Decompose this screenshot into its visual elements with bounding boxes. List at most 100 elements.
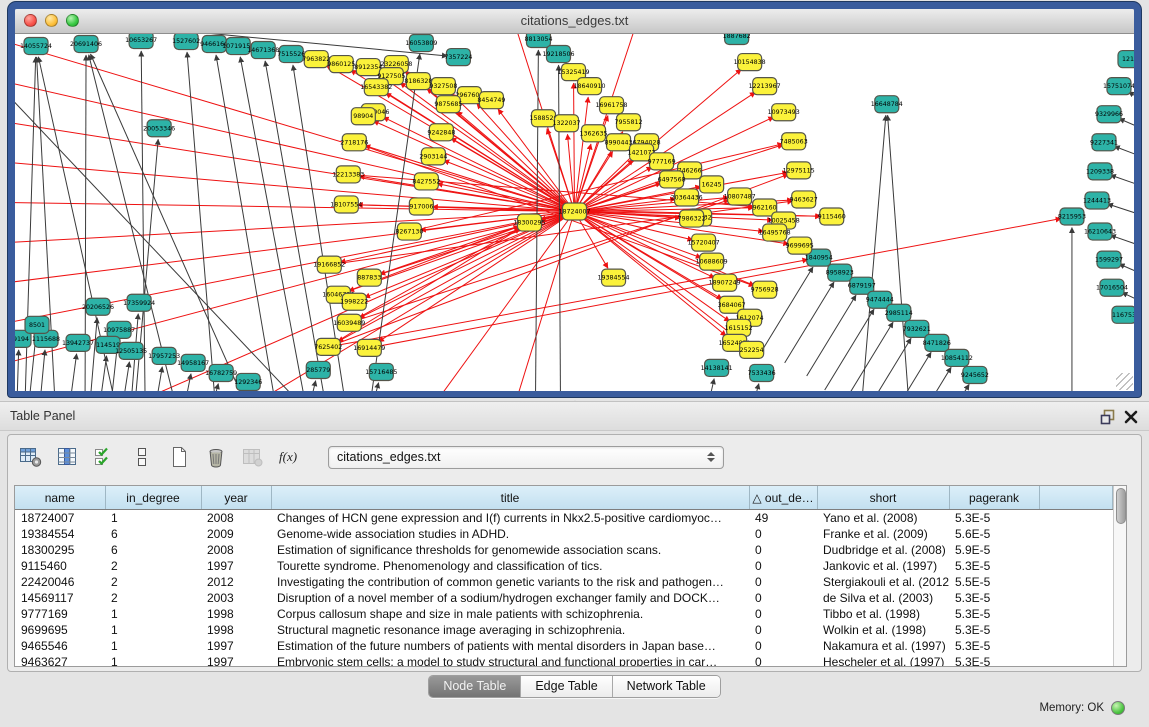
graph-node[interactable]: 12505135 [115,342,147,359]
table-cell[interactable]: 22420046 [15,574,105,590]
table-cell[interactable]: Tibbo et al. (1998) [817,606,949,622]
table-cell[interactable]: Embryonic stem cells: a model to study s… [271,654,749,667]
function-builder-icon[interactable]: f(x) [277,444,303,470]
vertical-scrollbar[interactable] [1113,486,1128,666]
graph-node[interactable]: 7986322 [678,210,706,227]
table-cell[interactable]: 9463627 [15,654,105,667]
graph-node[interactable]: 18640910 [573,78,605,95]
graph-node[interactable]: 8186328 [404,73,432,90]
graph-node[interactable]: 6497568 [658,171,686,188]
table-cell[interactable]: 5.6E-5 [949,526,1039,542]
graph-node[interactable]: 20206526 [82,298,114,315]
graph-node[interactable]: 16245 [700,176,724,193]
table-cell[interactable]: 18300295 [15,542,105,558]
graph-node[interactable]: 19166852 [313,256,345,273]
black-edge[interactable] [888,115,909,391]
table-cell[interactable]: 5.3E-5 [949,638,1039,654]
table-row[interactable]: 1872400712008Changes of HCN gene express… [15,510,1112,527]
graph-node[interactable]: 20691406 [70,36,102,53]
graph-node[interactable]: 10854112 [941,349,973,366]
black-edge[interactable] [807,295,856,376]
graph-node[interactable]: 14671368 [247,42,279,59]
graph-node[interactable]: 10154838 [734,54,766,71]
graph-node[interactable]: 16648784 [871,96,903,113]
table-cell[interactable]: 49 [749,510,817,527]
table-row[interactable]: 946362711997Embryonic stem cells: a mode… [15,654,1112,667]
black-edge[interactable] [1107,204,1134,217]
table-cell[interactable]: Changes of HCN gene expression and I(f) … [271,510,749,527]
table-cell[interactable]: Investigating the contribution of common… [271,574,749,590]
graph-node[interactable]: 9245652 [961,366,989,383]
table-cell[interactable]: Jankovic et al. (1997) [817,558,949,574]
graph-node[interactable]: 1322037 [552,115,580,132]
table-cell[interactable]: 1997 [201,638,271,654]
table-cell[interactable]: 2009 [201,526,271,542]
graph-node[interactable]: 17957253 [148,347,180,364]
tab-edge-table[interactable]: Edge Table [521,676,612,697]
table-cell[interactable]: 2008 [201,542,271,558]
black-edge[interactable] [709,379,715,391]
table-cell[interactable]: 9115460 [15,558,105,574]
table-row[interactable]: 1938455462009Genome-wide association stu… [15,526,1112,542]
graph-node[interactable]: 10688609 [696,253,728,270]
graph-node[interactable]: 1527602 [172,34,200,50]
table-cell[interactable]: Disruption of a novel member of a sodium… [271,590,749,606]
graph-node[interactable]: 10807487 [724,188,756,205]
window-resize-grip[interactable] [1116,373,1133,390]
graph-node[interactable]: 18300295 [513,214,545,231]
table-cell[interactable]: 19384554 [15,526,105,542]
graph-node[interactable]: 285779 [306,361,330,378]
scrollbar-thumb[interactable] [1116,488,1126,524]
table-cell[interactable]: Stergiakouli et al. (2012) [817,574,949,590]
table-cell[interactable]: 2008 [201,510,271,527]
table-cell[interactable]: 2012 [201,574,271,590]
black-edge[interactable] [920,384,969,391]
table-row[interactable]: 946554611997Estimation of the future num… [15,638,1112,654]
graph-node[interactable]: 9756928 [751,281,779,298]
table-cell[interactable]: 14569117 [15,590,105,606]
graph-node[interactable]: 14055724 [20,38,52,55]
graph-node[interactable]: 9227341 [1090,134,1118,151]
table-cell[interactable]: Tourette syndrome. Phenomenology and cla… [271,558,749,574]
graph-node[interactable]: 16543382 [360,79,392,96]
table-cell[interactable]: 5.3E-5 [949,590,1039,606]
graph-node[interactable]: 2903144 [419,148,447,165]
black-edge[interactable] [1110,235,1134,247]
black-edge[interactable] [764,267,813,348]
table-cell[interactable]: 0 [749,606,817,622]
table-cell[interactable]: 5.3E-5 [949,558,1039,574]
graph-node[interactable]: 2718176 [340,134,368,151]
black-edge[interactable] [70,354,77,391]
black-edge[interactable] [185,374,191,391]
graph-node[interactable]: 12213383 [332,166,364,183]
red-edge[interactable] [15,122,575,211]
graph-node[interactable]: 8471826 [923,334,951,351]
column-header-title[interactable]: title [271,486,749,510]
graph-node[interactable]: 8267130 [395,223,423,240]
graph-node[interactable]: 9115460 [818,208,846,225]
graph-node[interactable]: 18724007 [558,203,590,220]
table-cell[interactable]: Hescheler et al. (1997) [817,654,949,667]
row-height-icon[interactable] [129,444,155,470]
table-cell[interactable]: 5.3E-5 [949,606,1039,622]
table-cell[interactable]: 1 [105,606,201,622]
network-window-titlebar[interactable]: citations_edges.txt [15,9,1134,34]
graph-node[interactable]: 8427552 [412,173,440,190]
close-panel-icon[interactable] [1123,409,1139,425]
graph-node[interactable]: 15716485 [365,363,397,380]
graph-node[interactable]: 1244413 [1083,192,1111,209]
column-header-short[interactable]: short [817,486,949,510]
table-row[interactable]: 1456911722003Disruption of a novel membe… [15,590,1112,606]
table-selector-dropdown[interactable]: citations_edges.txt [328,446,724,469]
graph-node[interactable]: 18107554 [330,196,362,213]
graph-node[interactable]: 12975115 [783,162,815,179]
table-cell[interactable]: 1998 [201,622,271,638]
red-edge[interactable] [359,211,574,317]
black-edge[interactable] [1119,264,1134,276]
table-cell[interactable]: 0 [749,654,817,667]
graph-node[interactable]: 8454749 [477,92,505,109]
tab-network-table[interactable]: Network Table [613,676,720,697]
table-row[interactable]: 977716911998Corpus callosum shape and si… [15,606,1112,622]
column-header-pagerank[interactable]: pagerank [949,486,1039,510]
graph-node[interactable]: 2985114 [885,304,913,321]
